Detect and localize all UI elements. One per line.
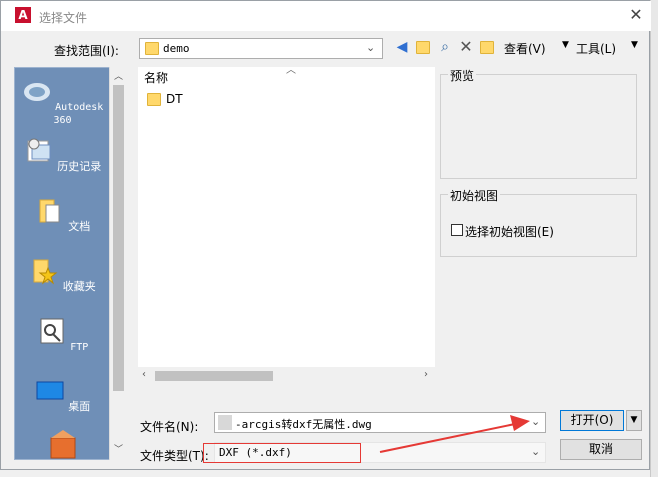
sidebar-item-desktop[interactable]: 桌面 <box>15 376 110 414</box>
window-title: 选择文件 <box>39 11 88 25</box>
redacted-block <box>218 415 232 430</box>
scrollbar-thumb[interactable] <box>113 85 124 391</box>
sidebar-item-ftp[interactable]: FTP <box>15 316 110 353</box>
lookin-combobox[interactable]: demo ⌄ <box>139 38 383 59</box>
list-item-name: DT <box>166 92 183 106</box>
autocad-logo-icon: A <box>15 7 31 23</box>
close-icon[interactable]: ✕ <box>627 6 645 24</box>
preview-group <box>440 74 637 179</box>
lookin-value: demo <box>163 42 190 55</box>
folder-icon <box>147 93 161 106</box>
sidebar-item-label: 历史记录 <box>57 160 102 173</box>
caret-down-icon: ▼ <box>631 40 638 50</box>
caret-down-icon: ▼ <box>562 40 569 50</box>
sidebar-item-favorites[interactable]: 收藏夹 <box>15 256 110 294</box>
open-dropdown-button[interactable]: ▼ <box>626 410 642 431</box>
filename-label: 文件名(N): <box>140 420 199 434</box>
sidebar-scrollbar[interactable]: ︿ ﹀ <box>109 67 127 460</box>
tools-menu[interactable]: 工具(L) <box>576 40 616 57</box>
sidebar-item-label: 文档 <box>68 220 91 233</box>
scroll-up-icon[interactable]: ︿ <box>114 69 123 82</box>
chevron-down-icon: ⌄ <box>531 445 541 458</box>
sidebar-item-label: 收藏夹 <box>62 280 96 293</box>
filetype-label: 文件类型(T): <box>140 449 209 463</box>
sidebar-item-label: Autodesk 360 <box>53 102 104 126</box>
search-web-icon[interactable]: ⌕ <box>435 38 455 56</box>
background-window-edge <box>650 0 658 477</box>
delete-icon[interactable]: ✕ <box>456 38 476 56</box>
new-folder-icon[interactable] <box>477 38 497 56</box>
history-icon <box>27 138 51 162</box>
initial-view-label: 初始视图 <box>448 187 501 204</box>
chevron-down-icon: ⌄ <box>531 415 541 428</box>
cloud-icon <box>23 83 50 101</box>
annotation-highlight-box <box>203 443 361 463</box>
desktop-icon <box>36 381 64 400</box>
up-folder-glyph <box>416 41 430 54</box>
documents-icon <box>39 199 60 223</box>
filename-combobox[interactable]: -arcgis转dxf无属性.dwg ⌄ <box>214 412 546 433</box>
file-list: ︿ 名称 DT <box>138 65 435 367</box>
preview-label: 预览 <box>448 67 477 84</box>
view-menu[interactable]: 查看(V) <box>504 40 546 57</box>
sidebar-item-documents[interactable]: 文档 <box>15 196 110 234</box>
sidebar-item-autodesk360[interactable]: Autodesk 360 <box>15 76 110 126</box>
open-button[interactable]: 打开(O) <box>560 410 624 431</box>
filename-value: -arcgis转dxf无属性.dwg <box>235 418 372 431</box>
scroll-right-icon[interactable]: › <box>424 369 428 380</box>
scroll-left-icon[interactable]: ‹ <box>142 369 146 380</box>
file-list-hscrollbar[interactable]: ‹ › <box>138 367 435 384</box>
list-item[interactable]: DT <box>144 91 204 109</box>
folder-mail-icon <box>50 430 75 459</box>
sidebar-item-partial[interactable] <box>15 430 110 467</box>
new-folder-glyph <box>480 41 494 54</box>
select-file-dialog: A 选择文件 ✕ 查找范围(I): demo ⌄ ◀ ⌕ ✕ 查看(V) ▼ 工… <box>0 0 651 470</box>
back-icon[interactable]: ◀ <box>392 38 412 56</box>
sort-up-icon: ︿ <box>286 65 296 76</box>
sidebar-item-history[interactable]: 历史记录 <box>15 136 110 174</box>
sidebar-item-label: 桌面 <box>68 400 91 413</box>
initial-view-checkbox-label[interactable]: 选择初始视图(E) <box>465 223 554 240</box>
up-folder-icon[interactable] <box>413 38 433 56</box>
sidebar-item-label: FTP <box>70 342 89 353</box>
scrollbar-thumb[interactable] <box>155 371 273 381</box>
folder-icon <box>145 42 159 55</box>
favorites-icon <box>33 259 58 285</box>
initial-view-checkbox[interactable] <box>451 224 463 236</box>
title-bar <box>1 1 651 31</box>
column-header-name[interactable]: 名称 <box>144 69 168 86</box>
scroll-down-icon[interactable]: ﹀ <box>114 442 123 455</box>
chevron-down-icon: ⌄ <box>366 41 376 54</box>
ftp-icon <box>40 318 64 344</box>
cancel-button[interactable]: 取消 <box>560 439 642 460</box>
lookin-label: 查找范围(I): <box>54 44 119 58</box>
